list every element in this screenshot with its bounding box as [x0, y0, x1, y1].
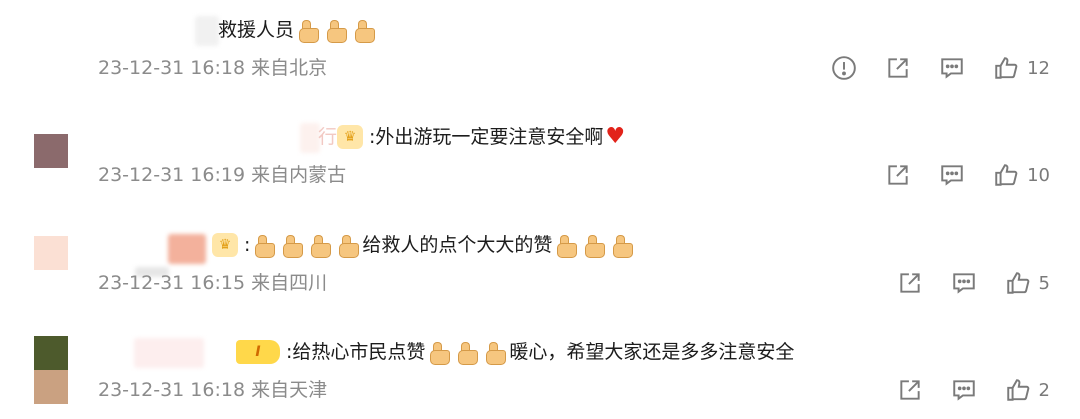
thumbs-up-icon [995, 164, 1018, 186]
thumbs-up-emoji-icon [296, 18, 320, 43]
username-blurred[interactable] [300, 123, 320, 153]
username-blurred[interactable] [134, 338, 204, 368]
share-icon [888, 58, 908, 78]
thumbs-emoji-group [252, 233, 360, 258]
thumbs-up-emoji-icon [554, 233, 578, 258]
avatar[interactable] [34, 134, 68, 168]
reply-button[interactable] [951, 270, 977, 296]
comment-text: 救援人员 [218, 17, 378, 43]
share-button[interactable] [897, 270, 923, 296]
username-blurred[interactable] [195, 16, 219, 46]
comment-actions: 12 [831, 55, 1050, 81]
thumbs-up-icon [1006, 379, 1029, 401]
thumbs-up-emoji-icon [352, 18, 376, 43]
share-button[interactable] [885, 55, 911, 81]
reply-button[interactable] [939, 55, 965, 81]
reply-button[interactable] [951, 377, 977, 403]
crown-badge-icon: ♛ [212, 233, 238, 257]
username-fragment[interactable]: 行 [318, 124, 337, 150]
alert-circle-icon [832, 56, 856, 80]
thumbs-up-emoji-icon [582, 233, 606, 258]
comment-icon [941, 58, 963, 79]
comment-body: :给热心市民点赞 [286, 341, 426, 363]
thumbs-up-emoji-icon [308, 233, 332, 258]
like-count: 2 [1038, 379, 1050, 401]
like-button[interactable]: 2 [1005, 377, 1050, 403]
thumbs-up-emoji-icon [336, 233, 360, 258]
thumbs-up-emoji-icon [324, 18, 348, 43]
like-button[interactable]: 5 [1005, 270, 1050, 296]
comment-item: ♛ : 给救人的点个大大的赞 23-12-31 16:15 来自四川 5 [0, 212, 1080, 312]
comment-body-prefix: : [244, 234, 251, 256]
like-count: 12 [1027, 57, 1050, 79]
crown-badge-icon: ♛ [337, 125, 364, 149]
fan-level-badge-icon: I [236, 340, 280, 364]
thumbs-up-emoji-icon [252, 233, 276, 258]
share-icon [899, 273, 920, 293]
thumbs-up-emoji-icon [483, 340, 507, 365]
comment-body: 给救人的点个大大的赞 [362, 234, 553, 256]
comment-item: I :给热心市民点赞 暖心，希望大家还是多多注意安全 23-12-31 16:1… [0, 320, 1080, 419]
like-count: 10 [1027, 164, 1050, 186]
comment-icon [941, 165, 963, 186]
share-button[interactable] [885, 162, 911, 188]
comment-body: 救援人员 [218, 19, 295, 41]
comment-text: ♛ : 给救人的点个大大的赞 [212, 232, 636, 258]
thumbs-up-emoji-icon [610, 233, 634, 258]
comment-meta: 23-12-31 16:19 来自内蒙古 [98, 164, 347, 186]
comment-actions: 5 [897, 270, 1050, 296]
thumbs-up-emoji-icon [280, 233, 304, 258]
like-button[interactable]: 10 [993, 162, 1050, 188]
thumbs-emoji-group [427, 340, 507, 365]
thumbs-emoji-group [296, 18, 376, 43]
comment-actions: 10 [885, 162, 1050, 188]
thumbs-up-emoji-icon [427, 340, 451, 365]
comment-meta: 23-12-31 16:18 来自天津 [98, 379, 328, 401]
comment-actions: 2 [897, 377, 1050, 403]
heart-emoji-icon: ♥ [605, 124, 626, 149]
comment-icon [952, 380, 975, 401]
thumbs-up-emoji-icon [455, 340, 479, 365]
thumbs-up-icon [995, 57, 1018, 79]
like-button[interactable]: 12 [993, 55, 1050, 81]
comment-item: 救援人员 23-12-31 16:18 来自北京 12 [0, 0, 1080, 100]
comment-icon [952, 273, 975, 294]
avatar[interactable] [34, 236, 68, 270]
share-icon [899, 380, 920, 400]
comment-body-tail: 暖心，希望大家还是多多注意安全 [509, 341, 795, 363]
comment-text: I :给热心市民点赞 暖心，希望大家还是多多注意安全 [236, 339, 794, 365]
comment-text: 行 ♛ :外出游玩一定要注意安全啊 ♥ [318, 124, 625, 150]
share-button[interactable] [897, 377, 923, 403]
reply-button[interactable] [939, 162, 965, 188]
avatar[interactable] [34, 336, 68, 404]
thumbs-up-icon [1006, 272, 1029, 294]
share-icon [888, 165, 908, 185]
thumbs-emoji-group [554, 233, 634, 258]
like-count: 5 [1038, 272, 1050, 294]
report-button[interactable] [831, 55, 857, 81]
comment-meta: 23-12-31 16:15 来自四川 [98, 272, 328, 294]
comment-item: 行 ♛ :外出游玩一定要注意安全啊 ♥ 23-12-31 16:19 来自内蒙古… [0, 105, 1080, 205]
comment-meta: 23-12-31 16:18 来自北京 [98, 57, 328, 79]
comment-body: :外出游玩一定要注意安全啊 [369, 126, 604, 148]
username-blurred[interactable] [168, 234, 206, 264]
